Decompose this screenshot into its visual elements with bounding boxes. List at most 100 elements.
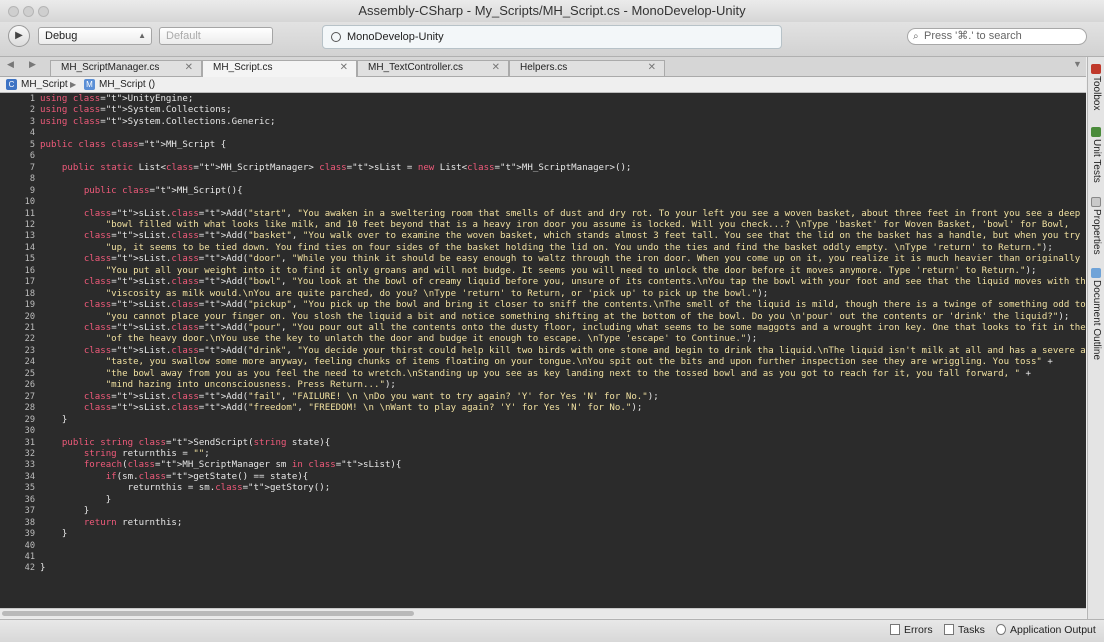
tab-scroll-right-icon[interactable]: ▶ [29, 59, 36, 70]
output-icon [996, 624, 1006, 635]
side-tab-unit-tests[interactable]: Unit Tests [1089, 139, 1104, 183]
run-button[interactable]: ▶ [8, 25, 30, 47]
line-number: 1 [29, 94, 35, 104]
code-line: public string class="t">SendScript(strin… [61, 437, 331, 448]
line-number: 30 [24, 426, 35, 437]
configuration-select[interactable]: Debug ▲ [38, 27, 152, 45]
minimize-window-button[interactable] [23, 6, 34, 17]
toolbox-icon [1091, 64, 1101, 74]
code-line: class="t">sList.class="t">Add("start", "… [83, 208, 1086, 219]
output-label: Application Output [1010, 624, 1096, 636]
breadcrumb: C MH_Script ▶ M MH_Script () [0, 77, 1086, 93]
status-area: MonoDevelop-Unity [322, 25, 782, 49]
code-line: "mind hazing into unconsciousness. Press… [105, 380, 396, 391]
search-input[interactable]: ⌕ Press '⌘.' to search [907, 28, 1087, 45]
side-tab-toolbox[interactable]: Toolbox [1089, 76, 1104, 110]
code-line: "you cannot place your finger on. You sl… [105, 311, 1070, 322]
status-text: MonoDevelop-Unity [347, 31, 444, 43]
configuration-value: Debug [45, 30, 78, 42]
code-line: string returnthis = ""; [83, 448, 210, 459]
tab-mh-scriptmanager[interactable]: MH_ScriptManager.cs ✕ [50, 60, 202, 76]
tab-helpers[interactable]: Helpers.cs ✕ [509, 60, 665, 76]
tab-label: MH_TextController.cs [368, 62, 464, 73]
tab-scroll-left-icon[interactable]: ◀ [7, 59, 14, 70]
line-number: 33 [24, 460, 35, 471]
line-number: 31 [24, 437, 35, 448]
code-line: class="t">sList.class="t">Add("fail", "F… [83, 391, 659, 402]
side-tab-document-outline[interactable]: Document Outline [1089, 280, 1104, 360]
code-line: using class="t">UnityEngine; [40, 94, 194, 104]
scrollbar-thumb[interactable] [2, 611, 414, 616]
line-number: 5 [29, 139, 35, 150]
close-tab-icon[interactable]: ✕ [340, 61, 348, 75]
tab-mh-textcontroller[interactable]: MH_TextController.cs ✕ [357, 60, 509, 76]
code-line: class="t">sList.class="t">Add("freedom",… [83, 403, 643, 414]
monodevelop-icon [331, 32, 341, 42]
tasks-pad-button[interactable]: Tasks [944, 620, 985, 640]
errors-label: Errors [904, 624, 933, 636]
code-line: public class class="t">MH_Script { [40, 139, 227, 150]
line-number: 16 [24, 265, 35, 276]
line-number: 42 [24, 563, 35, 574]
code-line: class="t">sList.class="t">Add("pickup", … [83, 300, 1086, 311]
code-line: "of the heavy door.\nYou use the key to … [105, 334, 758, 345]
line-number: 28 [24, 403, 35, 414]
target-placeholder: Default [166, 30, 201, 42]
errors-pad-button[interactable]: Errors [890, 620, 933, 640]
line-number: 36 [24, 494, 35, 505]
line-number: 27 [24, 391, 35, 402]
line-number: 29 [24, 414, 35, 425]
code-line: "taste, you swallow some more anyway, fe… [105, 357, 1053, 368]
line-number: 18 [24, 288, 35, 299]
line-number: 39 [24, 529, 35, 540]
status-bar: Errors Tasks Application Output [0, 619, 1104, 642]
close-window-button[interactable] [8, 6, 19, 17]
close-tab-icon[interactable]: ✕ [185, 61, 193, 75]
tab-label: Helpers.cs [520, 62, 568, 73]
line-number: 11 [24, 208, 35, 219]
code-editor[interactable]: 1 2 3 4 5 6 7 8 9 10 11 12 13 14 15 16 17 18 19 20 21 22 23 24 2… [0, 93, 1086, 608]
code-line: using class="t">System.Collections.Gener… [40, 116, 276, 127]
line-number: 37 [24, 506, 35, 517]
title-bar: Assembly-CSharp - My_Scripts/MH_Script.c… [0, 0, 1104, 22]
code-line: public class="t">MH_Script(){ [83, 185, 243, 196]
application-output-pad-button[interactable]: Application Output [996, 620, 1096, 640]
close-tab-icon[interactable]: ✕ [492, 61, 500, 75]
target-select[interactable]: Default [159, 27, 273, 45]
close-tab-icon[interactable]: ✕ [648, 61, 656, 75]
line-number: 9 [29, 185, 35, 196]
line-number: 34 [24, 471, 35, 482]
breadcrumb-member[interactable]: MH_Script () [99, 77, 155, 92]
side-tab-properties[interactable]: Properties [1089, 209, 1104, 255]
line-number: 41 [24, 552, 35, 562]
horizontal-scrollbar[interactable] [0, 608, 1086, 618]
line-number: 21 [24, 323, 35, 333]
tab-list-dropdown-icon[interactable]: ▼ [1073, 59, 1082, 69]
code-line: using class="t">System.Collections; [40, 105, 232, 116]
code-line: class="t">sList.class="t">Add("bowl", "Y… [83, 277, 1086, 288]
window-title: Assembly-CSharp - My_Scripts/MH_Script.c… [358, 3, 746, 18]
search-placeholder: Press '⌘.' to search [924, 30, 1022, 42]
code-line: class="t">sList.class="t">Add("drink", "… [83, 345, 1086, 356]
zoom-window-button[interactable] [38, 6, 49, 17]
line-number: 8 [29, 174, 35, 185]
code-line: "You put all your weight into it to find… [105, 265, 1037, 276]
document-outline-icon [1091, 268, 1101, 278]
toolbar: ▶ Debug ▲ Default MonoDevelop-Unity ⌕ Pr… [0, 22, 1104, 57]
code-line: returnthis = sm.class="t">getStory(); [40, 483, 331, 494]
tab-mh-script[interactable]: MH_Script.cs ✕ [202, 60, 357, 77]
line-number-gutter: 1 2 3 4 5 6 7 8 9 10 11 12 13 14 15 16 17 18 19 20 21 22 23 24 2… [0, 93, 38, 608]
code-line: return returnthis; [83, 517, 183, 528]
line-number: 26 [24, 380, 35, 391]
search-icon: ⌕ [913, 31, 919, 42]
code-line: } [40, 494, 112, 505]
code-line: class="t">sList.class="t">Add("door", "W… [83, 254, 1086, 265]
code-line: class="t">sList.class="t">Add("pour", "Y… [83, 323, 1086, 333]
code-line: } [40, 414, 68, 425]
breadcrumb-separator-icon: ▶ [70, 80, 77, 89]
line-number: 25 [24, 368, 35, 379]
line-number: 15 [24, 254, 35, 265]
breadcrumb-class[interactable]: MH_Script [21, 77, 68, 92]
tab-label: MH_Script.cs [213, 62, 273, 73]
code-line: class="t">sList.class="t">Add("basket", … [83, 231, 1086, 242]
